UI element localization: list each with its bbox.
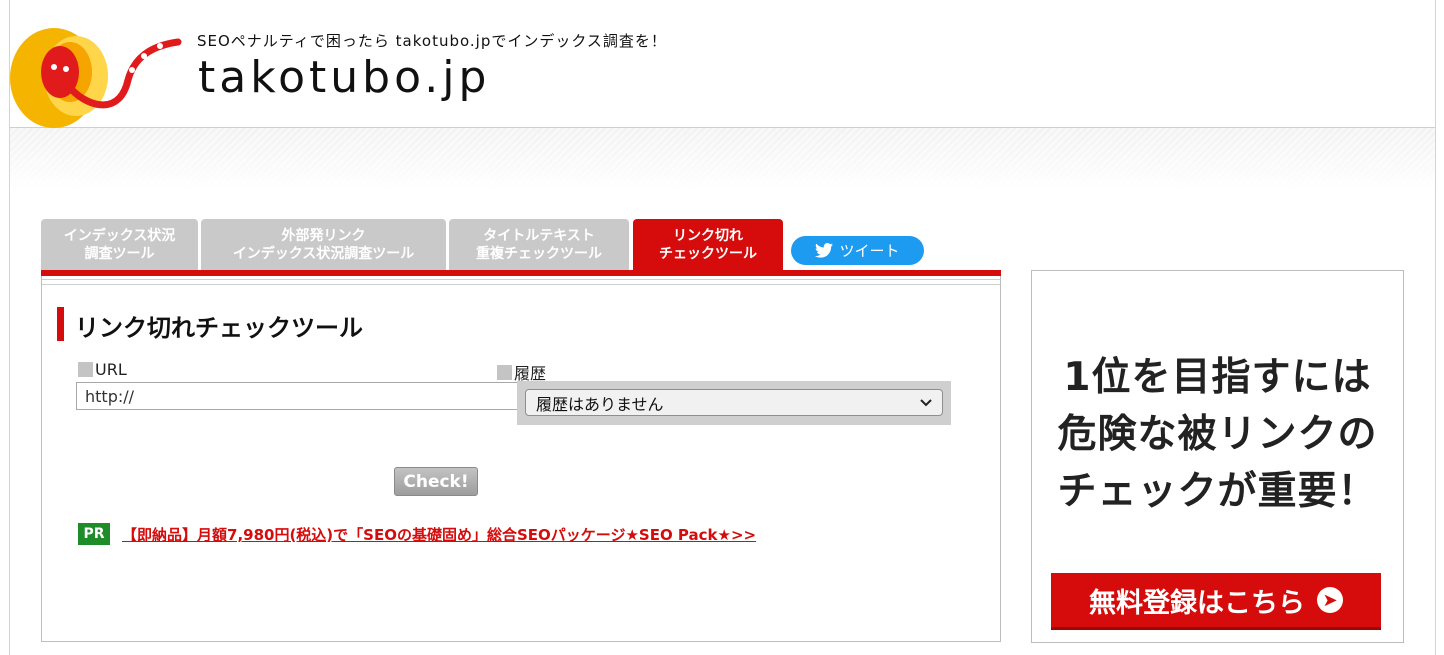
tab-label-line1: 外部発リンク — [281, 227, 366, 244]
tab-index-status[interactable]: インデックス状況 調査ツール — [41, 219, 198, 270]
tab-outbound-link-index[interactable]: 外部発リンク インデックス状況調査ツール — [201, 219, 446, 270]
title-accent-bar — [57, 307, 64, 341]
header-band-fade — [10, 128, 1435, 190]
site-name[interactable]: takotubo.jp — [198, 52, 490, 103]
sidebar-ad-banner[interactable]: 1位を目指すには 危険な被リンクの チェックが重要！ 無料登録はこちら ➤ — [1031, 270, 1404, 643]
free-register-button[interactable]: 無料登録はこちら ➤ — [1051, 573, 1381, 627]
history-select[interactable]: 履歴はありません — [525, 389, 943, 416]
twitter-bird-icon — [815, 243, 834, 258]
tab-label-line2: 調査ツール — [84, 245, 155, 262]
site-header: SEOペナルティで困ったら takotubo.jpでインデックス調査を！ tak… — [10, 0, 1435, 128]
arrow-right-circle-icon: ➤ — [1317, 587, 1343, 613]
panel-divider — [42, 279, 1000, 285]
pr-ad-link[interactable]: 【即納品】月額7,980円(税込)で「SEOの基礎固め」総合SEOパッケージ★S… — [122, 524, 756, 545]
octopus-pot-logo[interactable] — [10, 20, 190, 128]
ad-line-3: チェックが重要！ — [1057, 469, 1378, 514]
tab-label-line1: リンク切れ — [673, 227, 743, 244]
tab-label-line1: インデックス状況 — [63, 227, 176, 244]
url-input-value: http:// — [85, 386, 135, 406]
ad-button-label: 無料登録はこちら — [1089, 587, 1305, 619]
page-title: リンク切れチェックツール — [75, 314, 363, 342]
header-tagline: SEOペナルティで困ったら takotubo.jpでインデックス調査を！ — [197, 32, 667, 50]
tab-label-line2: 重複チェックツール — [476, 245, 602, 262]
tab-label-line2: チェックツール — [659, 245, 757, 262]
ad-headline: 1位を目指すには 危険な被リンクの チェックが重要！ — [1032, 349, 1403, 520]
page-container: SEOペナルティで困ったら takotubo.jpでインデックス調査を！ tak… — [9, 0, 1436, 655]
pr-badge: PR — [78, 523, 110, 545]
tab-title-duplicate-check[interactable]: タイトルテキスト 重複チェックツール — [449, 219, 629, 270]
history-selected-value: 履歴はありません — [536, 394, 664, 414]
history-select-wrap: 履歴はありません — [517, 381, 951, 425]
ad-line-1: 1位を目指すには — [1063, 355, 1372, 400]
chevron-down-icon — [920, 398, 932, 406]
url-label-text: URL — [95, 360, 127, 379]
tab-broken-link-check[interactable]: リンク切れ チェックツール — [633, 219, 783, 270]
label-square-icon — [78, 362, 93, 377]
tweet-button[interactable]: ツイート — [791, 236, 924, 265]
tab-label-line1: タイトルテキスト — [483, 227, 595, 244]
url-input[interactable]: http:// — [76, 382, 526, 410]
url-label: URL — [78, 360, 127, 379]
tool-panel: リンク切れチェックツール URL http:// 履歴 履歴はありません Che… — [41, 276, 1001, 642]
check-button[interactable]: Check! — [394, 467, 478, 496]
tab-label-line2: インデックス状況調査ツール — [232, 245, 415, 262]
ad-line-2: 危険な被リンクの — [1057, 412, 1378, 457]
label-square-icon — [497, 364, 512, 380]
tweet-label: ツイート — [839, 242, 900, 260]
